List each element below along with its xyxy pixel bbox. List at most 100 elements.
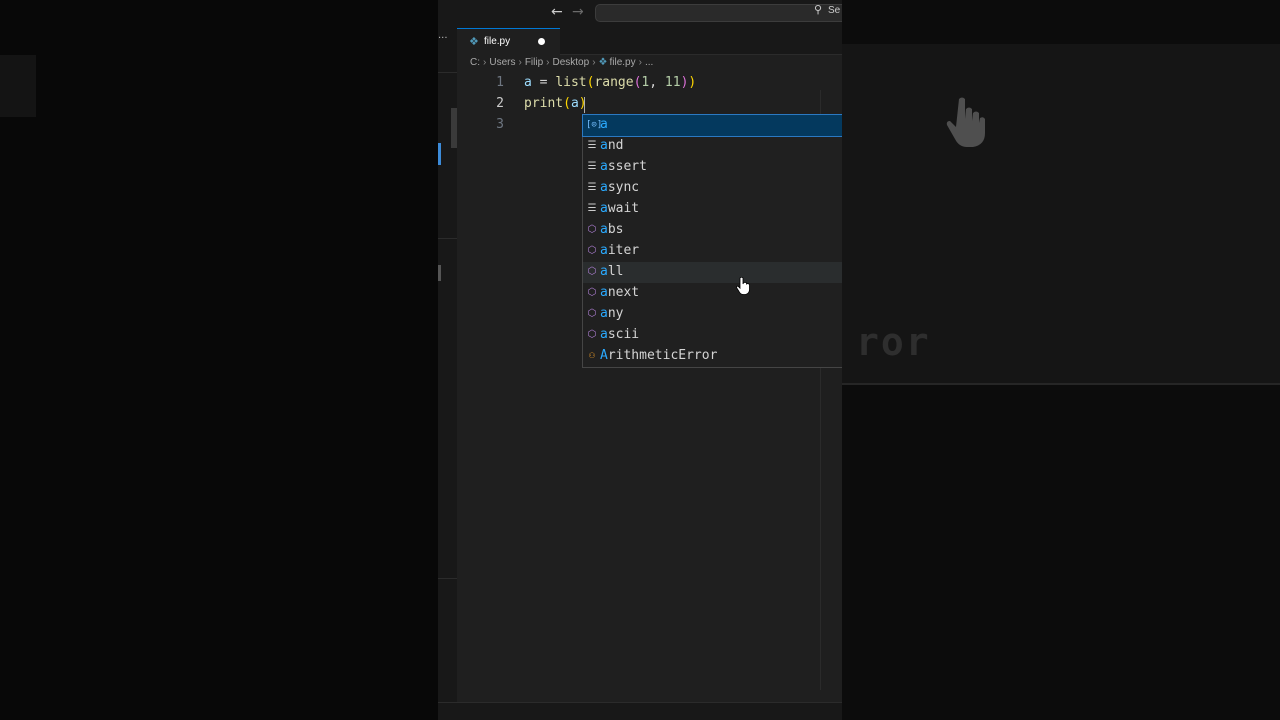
hand-pointer-icon <box>736 277 750 295</box>
back-arrow-icon[interactable]: ← <box>551 4 563 20</box>
background-hand-cursor-icon <box>946 97 985 147</box>
suggestion-item[interactable]: ⬡ ascii <box>583 325 842 346</box>
method-icon: ⬡ <box>587 287 597 298</box>
tab-file-py[interactable]: ❖ file.py <box>457 28 560 55</box>
keyword-icon: ☰ <box>587 182 597 193</box>
variable-icon: [⊙] <box>586 120 603 130</box>
suggestion-item[interactable]: ⬡ all <box>583 262 842 283</box>
token: = <box>531 75 556 90</box>
line-number: 3 <box>496 117 504 132</box>
token: range <box>594 75 634 90</box>
keyword-icon: ☰ <box>587 203 597 214</box>
suggestion-label: nd <box>607 138 624 153</box>
match-text: a <box>600 243 608 258</box>
suggestion-label: next <box>607 285 640 300</box>
text-cursor <box>584 97 585 113</box>
breadcrumb-item[interactable]: Filip <box>525 57 543 68</box>
keyword-icon: ☰ <box>587 140 597 151</box>
suggestion-item[interactable]: ☰ async <box>583 178 842 199</box>
chevron-right-icon: › <box>518 57 522 68</box>
token: , <box>649 75 665 90</box>
panel-marker <box>438 265 441 281</box>
suggestion-item[interactable]: ⬡ any <box>583 304 842 325</box>
method-icon: ⬡ <box>587 329 597 340</box>
suggestion-item[interactable]: ⬡ abs <box>583 220 842 241</box>
forward-arrow-icon[interactable]: → <box>572 4 584 20</box>
divider <box>438 578 457 579</box>
match-text: A <box>600 348 608 363</box>
suggestion-item[interactable]: ☰ await <box>583 199 842 220</box>
match-text: a <box>600 180 608 195</box>
suggestion-item[interactable]: [⊙] a <box>582 114 842 137</box>
command-center-search[interactable] <box>595 4 842 22</box>
token: a <box>570 96 579 111</box>
status-bar <box>438 702 842 720</box>
method-icon: ⬡ <box>587 224 597 235</box>
background-left-band <box>0 55 36 117</box>
breadcrumb: C: › Users › Filip › Desktop › ❖ file.py ›... <box>470 57 653 71</box>
match-text: a <box>600 138 608 153</box>
background-right-divider <box>842 383 1280 385</box>
unsaved-dot-icon[interactable] <box>538 38 545 45</box>
suggestion-item[interactable]: ⬡ anext <box>583 283 842 304</box>
divider <box>438 72 457 73</box>
python-file-icon: ❖ <box>598 57 608 68</box>
keyword-icon: ☰ <box>587 161 597 172</box>
method-icon: ⬡ <box>587 245 597 256</box>
match-text: a <box>600 327 608 342</box>
tab-label: file.py <box>484 36 511 47</box>
breadcrumb-item[interactable]: Users <box>489 57 515 68</box>
search-icon: ⚲ <box>814 3 823 16</box>
background-left <box>0 0 438 720</box>
token: list <box>555 75 587 90</box>
class-icon: ⚇ <box>588 350 596 361</box>
token: ) <box>578 96 587 111</box>
breadcrumb-item[interactable]: Desktop <box>553 57 590 68</box>
match-text: a <box>600 117 608 132</box>
token: a <box>524 75 532 90</box>
breadcrumb-item[interactable]: file.py <box>610 57 636 68</box>
suggestion-item[interactable]: ⬡ aiter <box>583 241 842 262</box>
divider <box>438 238 457 239</box>
suggestion-item[interactable]: ☰ and <box>583 136 842 157</box>
suggestion-label: ssert <box>607 159 647 174</box>
more-actions-icon[interactable]: ··· <box>438 33 448 44</box>
token: print <box>524 96 564 111</box>
match-text: a <box>600 222 608 237</box>
match-text: a <box>600 201 608 216</box>
suggestion-label: ll <box>607 264 624 279</box>
suggestion-label: ny <box>607 306 624 321</box>
match-text: a <box>600 264 608 279</box>
chevron-right-icon: › <box>483 57 487 68</box>
match-text: a <box>600 159 608 174</box>
suggestion-label: sync <box>607 180 640 195</box>
search-placeholder: Se <box>828 5 841 16</box>
chevron-right-icon: › <box>638 57 642 68</box>
line-number: 2 <box>496 96 504 111</box>
background-blurred-text: ror <box>856 320 931 364</box>
token: ) <box>688 75 697 90</box>
code-line-2[interactable]: print(a) <box>524 96 587 111</box>
chevron-right-icon: › <box>546 57 550 68</box>
breadcrumb-item[interactable]: ... <box>645 57 653 68</box>
panel-scrollbar[interactable] <box>451 108 457 148</box>
match-text: a <box>600 285 608 300</box>
active-indicator <box>438 143 441 165</box>
breadcrumb-item[interactable]: C: <box>470 57 480 68</box>
suggestion-label: wait <box>607 201 640 216</box>
method-icon: ⬡ <box>587 308 597 319</box>
suggestion-item[interactable]: ☰ assert <box>583 157 842 178</box>
suggestion-item[interactable]: ⚇ ArithmeticError <box>583 346 842 367</box>
suggestion-label: scii <box>607 327 640 342</box>
suggestion-label: iter <box>607 243 640 258</box>
line-number: 1 <box>496 75 504 90</box>
token: 11 <box>664 75 681 90</box>
code-line-1[interactable]: a = list(range(1, 11)) <box>524 75 696 90</box>
chevron-right-icon: › <box>592 57 596 68</box>
suggest-widget: [⊙] a ☰ and ☰ assert ☰ async ☰ await ⬡ abs ⬡ ai… <box>582 114 842 368</box>
match-text: a <box>600 306 608 321</box>
method-icon: ⬡ <box>587 266 597 277</box>
token: ( <box>563 96 571 111</box>
suggestion-label: bs <box>607 222 624 237</box>
python-file-icon: ❖ <box>469 35 479 48</box>
